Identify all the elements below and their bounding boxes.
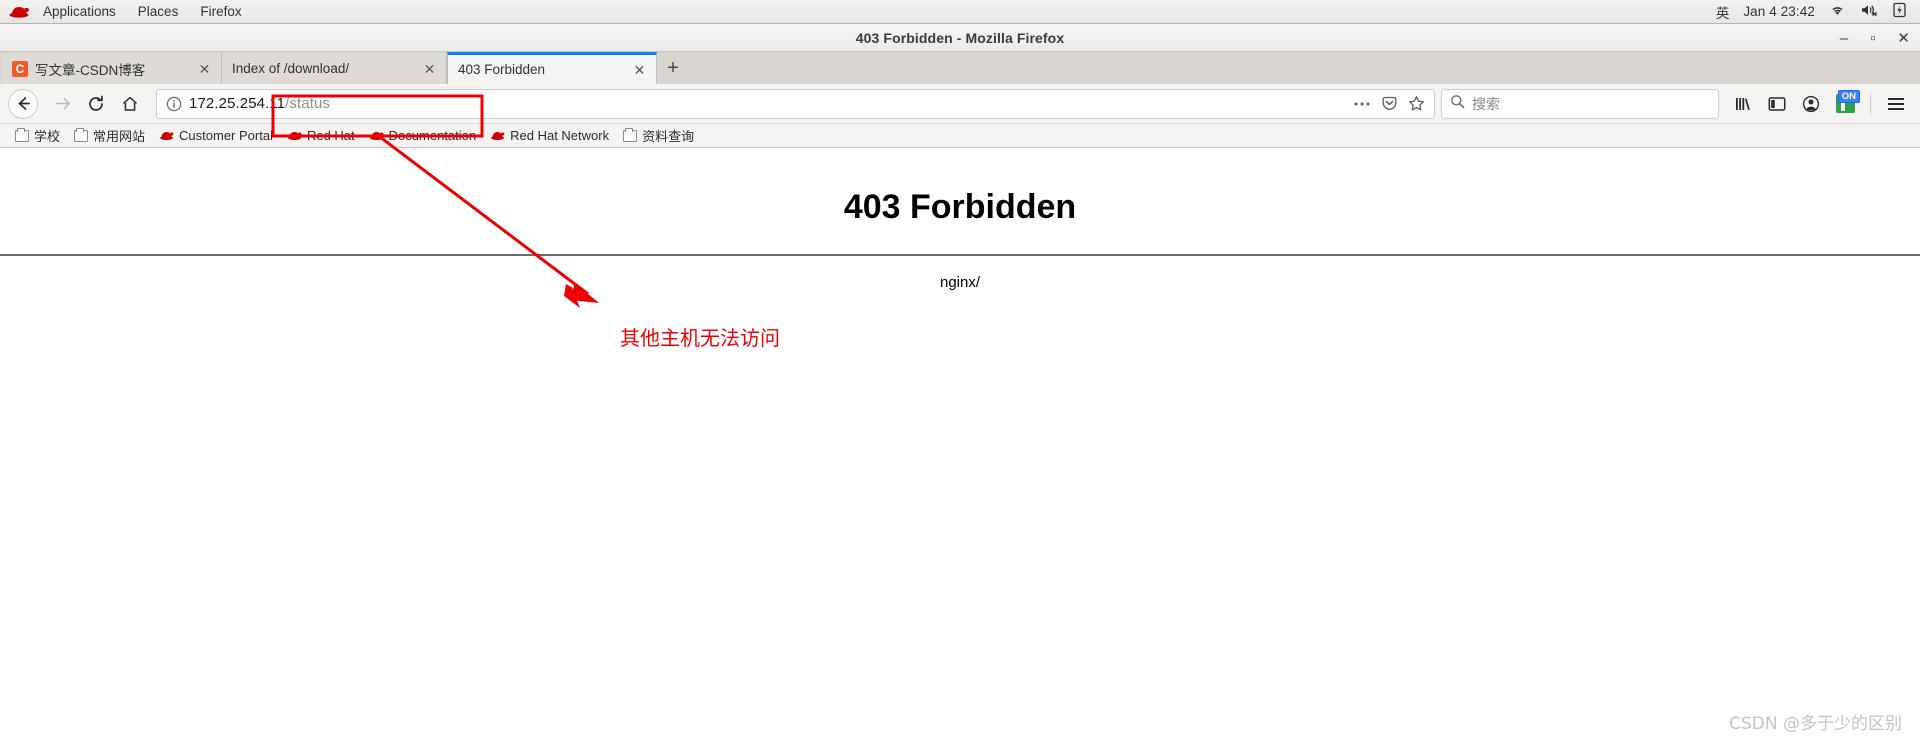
folder-icon bbox=[623, 127, 638, 142]
bookmark-customer-portal[interactable]: Customer Portal bbox=[152, 125, 280, 147]
bookmark-label: Customer Portal bbox=[179, 128, 273, 143]
tab-index-of-download[interactable]: Index of /download/ ✕ bbox=[222, 53, 447, 84]
page-content: 403 Forbidden nginx/ bbox=[0, 158, 1920, 742]
server-signature: nginx/ bbox=[939, 274, 981, 291]
tab-label: Index of /download/ bbox=[232, 61, 350, 76]
search-input[interactable]: 搜索 bbox=[1472, 94, 1500, 114]
menu-icon[interactable] bbox=[1880, 88, 1912, 120]
pocket-icon[interactable] bbox=[1377, 92, 1401, 116]
tab-close-button[interactable]: ✕ bbox=[631, 61, 648, 78]
redhat-logo-icon bbox=[8, 4, 30, 20]
bookmark-label: Documentation bbox=[388, 128, 477, 143]
navigation-toolbar: 172.25.254.11/status 搜索 ON bbox=[0, 84, 1920, 124]
bookmark-label: Red Hat bbox=[306, 128, 355, 143]
window-title: 403 Forbidden - Mozilla Firefox bbox=[855, 29, 1065, 46]
redhat-icon bbox=[369, 129, 384, 142]
tab-strip: C 写文章-CSDN博客 ✕ Index of /download/ ✕ 403… bbox=[0, 52, 1920, 84]
bookmark-red-hat[interactable]: Red Hat bbox=[280, 125, 362, 147]
folder-icon bbox=[15, 127, 29, 142]
library-icon[interactable] bbox=[1727, 88, 1759, 120]
window-titlebar: 403 Forbidden - Mozilla Firefox – ▫ ✕ bbox=[0, 24, 1920, 52]
csdn-favicon-icon: C bbox=[12, 60, 28, 77]
page-divider bbox=[0, 254, 1920, 256]
redhat-icon bbox=[490, 129, 505, 142]
close-button[interactable]: ✕ bbox=[1897, 31, 1910, 46]
page-title: 403 Forbidden bbox=[843, 188, 1077, 226]
reload-icon[interactable] bbox=[79, 87, 113, 121]
forward-arrow-icon[interactable] bbox=[45, 87, 79, 121]
panel-menu-applications[interactable]: Applications bbox=[32, 0, 127, 23]
bookmark-red-hat-network[interactable]: Red Hat Network bbox=[483, 125, 616, 147]
toolbar-right-group: ON bbox=[1727, 88, 1912, 120]
bookmark-label: Red Hat Network bbox=[510, 128, 610, 143]
maximize-button[interactable]: ▫ bbox=[1870, 31, 1875, 46]
bookmark-xuexiao[interactable]: 学校 bbox=[8, 125, 67, 147]
redhat-icon bbox=[159, 129, 174, 142]
url-text[interactable]: 172.25.254.11/status bbox=[185, 95, 1350, 112]
bookmark-label: 常用网站 bbox=[93, 129, 146, 144]
bookmark-label: 资料查询 bbox=[642, 129, 695, 144]
window-controls: – ▫ ✕ bbox=[1840, 24, 1910, 52]
star-icon[interactable] bbox=[1404, 92, 1428, 116]
bookmark-changyongwangzhan[interactable]: 常用网站 bbox=[67, 125, 152, 147]
search-bar[interactable]: 搜索 bbox=[1441, 88, 1719, 119]
panel-status-group: 英 Jan 4 23:42 bbox=[1716, 2, 1920, 22]
back-arrow-icon[interactable] bbox=[8, 88, 38, 119]
folder-icon bbox=[74, 127, 89, 142]
tab-close-button[interactable]: ✕ bbox=[421, 60, 438, 77]
url-path: /status bbox=[285, 95, 331, 112]
battery-charging-icon[interactable] bbox=[1893, 2, 1906, 21]
extension-icon[interactable]: ON bbox=[1829, 88, 1861, 120]
panel-menu-group: Applications Places Firefox bbox=[0, 0, 253, 23]
tab-close-button[interactable]: ✕ bbox=[196, 60, 213, 77]
panel-menu-places[interactable]: Places bbox=[127, 0, 190, 23]
urlbar-container: 172.25.254.11/status bbox=[147, 88, 1441, 119]
panel-clock[interactable]: Jan 4 23:42 bbox=[1743, 4, 1815, 19]
home-icon[interactable] bbox=[113, 87, 147, 121]
firefox-window: 403 Forbidden - Mozilla Firefox – ▫ ✕ C … bbox=[0, 24, 1920, 742]
tab-403-forbidden[interactable]: 403 Forbidden ✕ bbox=[447, 52, 657, 84]
redhat-icon bbox=[287, 129, 302, 142]
address-bar[interactable]: 172.25.254.11/status bbox=[156, 88, 1435, 119]
info-circle-icon[interactable] bbox=[163, 93, 185, 115]
bookmarks-toolbar: 学校 常用网站 Customer Portal Red Hat Document… bbox=[0, 124, 1920, 148]
input-method-indicator[interactable]: 英 bbox=[1716, 2, 1730, 22]
bookmark-label: 学校 bbox=[34, 129, 61, 144]
search-icon bbox=[1450, 94, 1465, 114]
toolbar-divider bbox=[1870, 92, 1871, 115]
new-tab-button[interactable]: + bbox=[657, 53, 689, 84]
extension-on-badge: ON bbox=[1837, 89, 1860, 104]
panel-menu-firefox[interactable]: Firefox bbox=[189, 0, 252, 23]
sidebar-icon[interactable] bbox=[1761, 88, 1793, 120]
account-icon[interactable] bbox=[1795, 88, 1827, 120]
ellipsis-icon[interactable] bbox=[1350, 92, 1374, 116]
desktop-top-panel: Applications Places Firefox 英 Jan 4 23:4… bbox=[0, 0, 1920, 24]
wifi-icon[interactable] bbox=[1829, 3, 1846, 20]
tab-csdn[interactable]: C 写文章-CSDN博客 ✕ bbox=[2, 53, 222, 84]
urlbar-actions bbox=[1350, 92, 1430, 116]
tab-label: 403 Forbidden bbox=[458, 62, 546, 77]
volume-muted-icon[interactable] bbox=[1860, 3, 1879, 20]
bookmark-documentation[interactable]: Documentation bbox=[362, 125, 483, 147]
tab-label: 写文章-CSDN博客 bbox=[35, 62, 146, 78]
bookmark-ziliaochaxun[interactable]: 资料查询 bbox=[616, 125, 701, 147]
url-host: 172.25.254.11 bbox=[189, 95, 286, 112]
minimize-button[interactable]: – bbox=[1840, 31, 1848, 46]
